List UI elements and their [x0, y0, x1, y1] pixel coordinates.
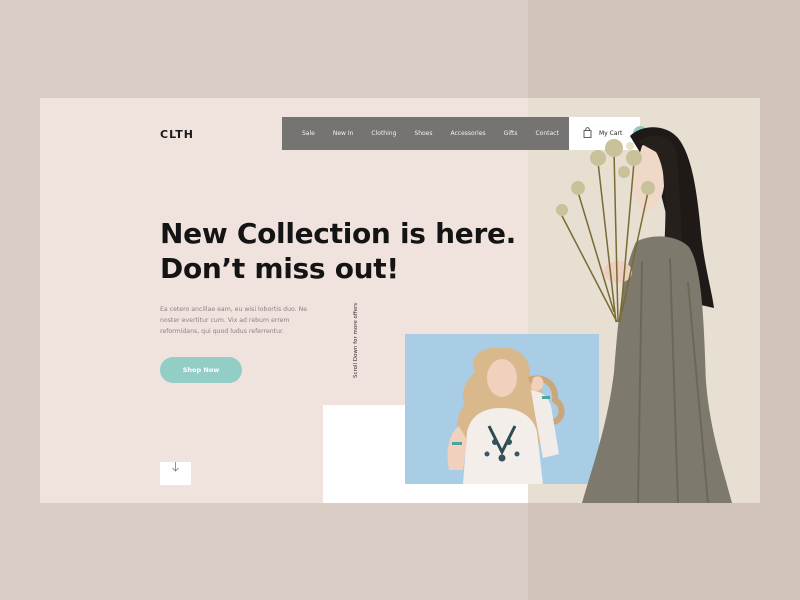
- nav-item-sale[interactable]: Sale: [302, 130, 315, 137]
- nav-item-shoes[interactable]: Shoes: [414, 130, 432, 137]
- headline-line-2: Don’t miss out!: [160, 252, 399, 285]
- scroll-down-label: Scroll Down for more offers: [353, 302, 359, 378]
- headline-line-1: New Collection is here.: [160, 217, 516, 250]
- hero-card: CLTH Sale New In Clothing Shoes Accessor…: [40, 98, 760, 503]
- nav-item-accessories[interactable]: Accessories: [451, 130, 486, 137]
- hero-model-photo: [538, 122, 738, 503]
- nav-item-clothing[interactable]: Clothing: [371, 130, 396, 137]
- main-nav: Sale New In Clothing Shoes Accessories G…: [282, 117, 569, 150]
- nav-item-new-in[interactable]: New In: [333, 130, 354, 137]
- nav-item-gifts[interactable]: Gifts: [504, 130, 518, 137]
- shop-now-button[interactable]: Shop Now: [160, 357, 242, 383]
- arrow-down-icon: [160, 453, 191, 490]
- hero-body-text: Ea cetero ancillae eam, eu wisi lobortis…: [160, 306, 308, 335]
- site-logo[interactable]: CLTH: [160, 128, 194, 141]
- hero-headline: New Collection is here. Don’t miss out!: [160, 216, 520, 286]
- scroll-down-button[interactable]: [160, 453, 191, 485]
